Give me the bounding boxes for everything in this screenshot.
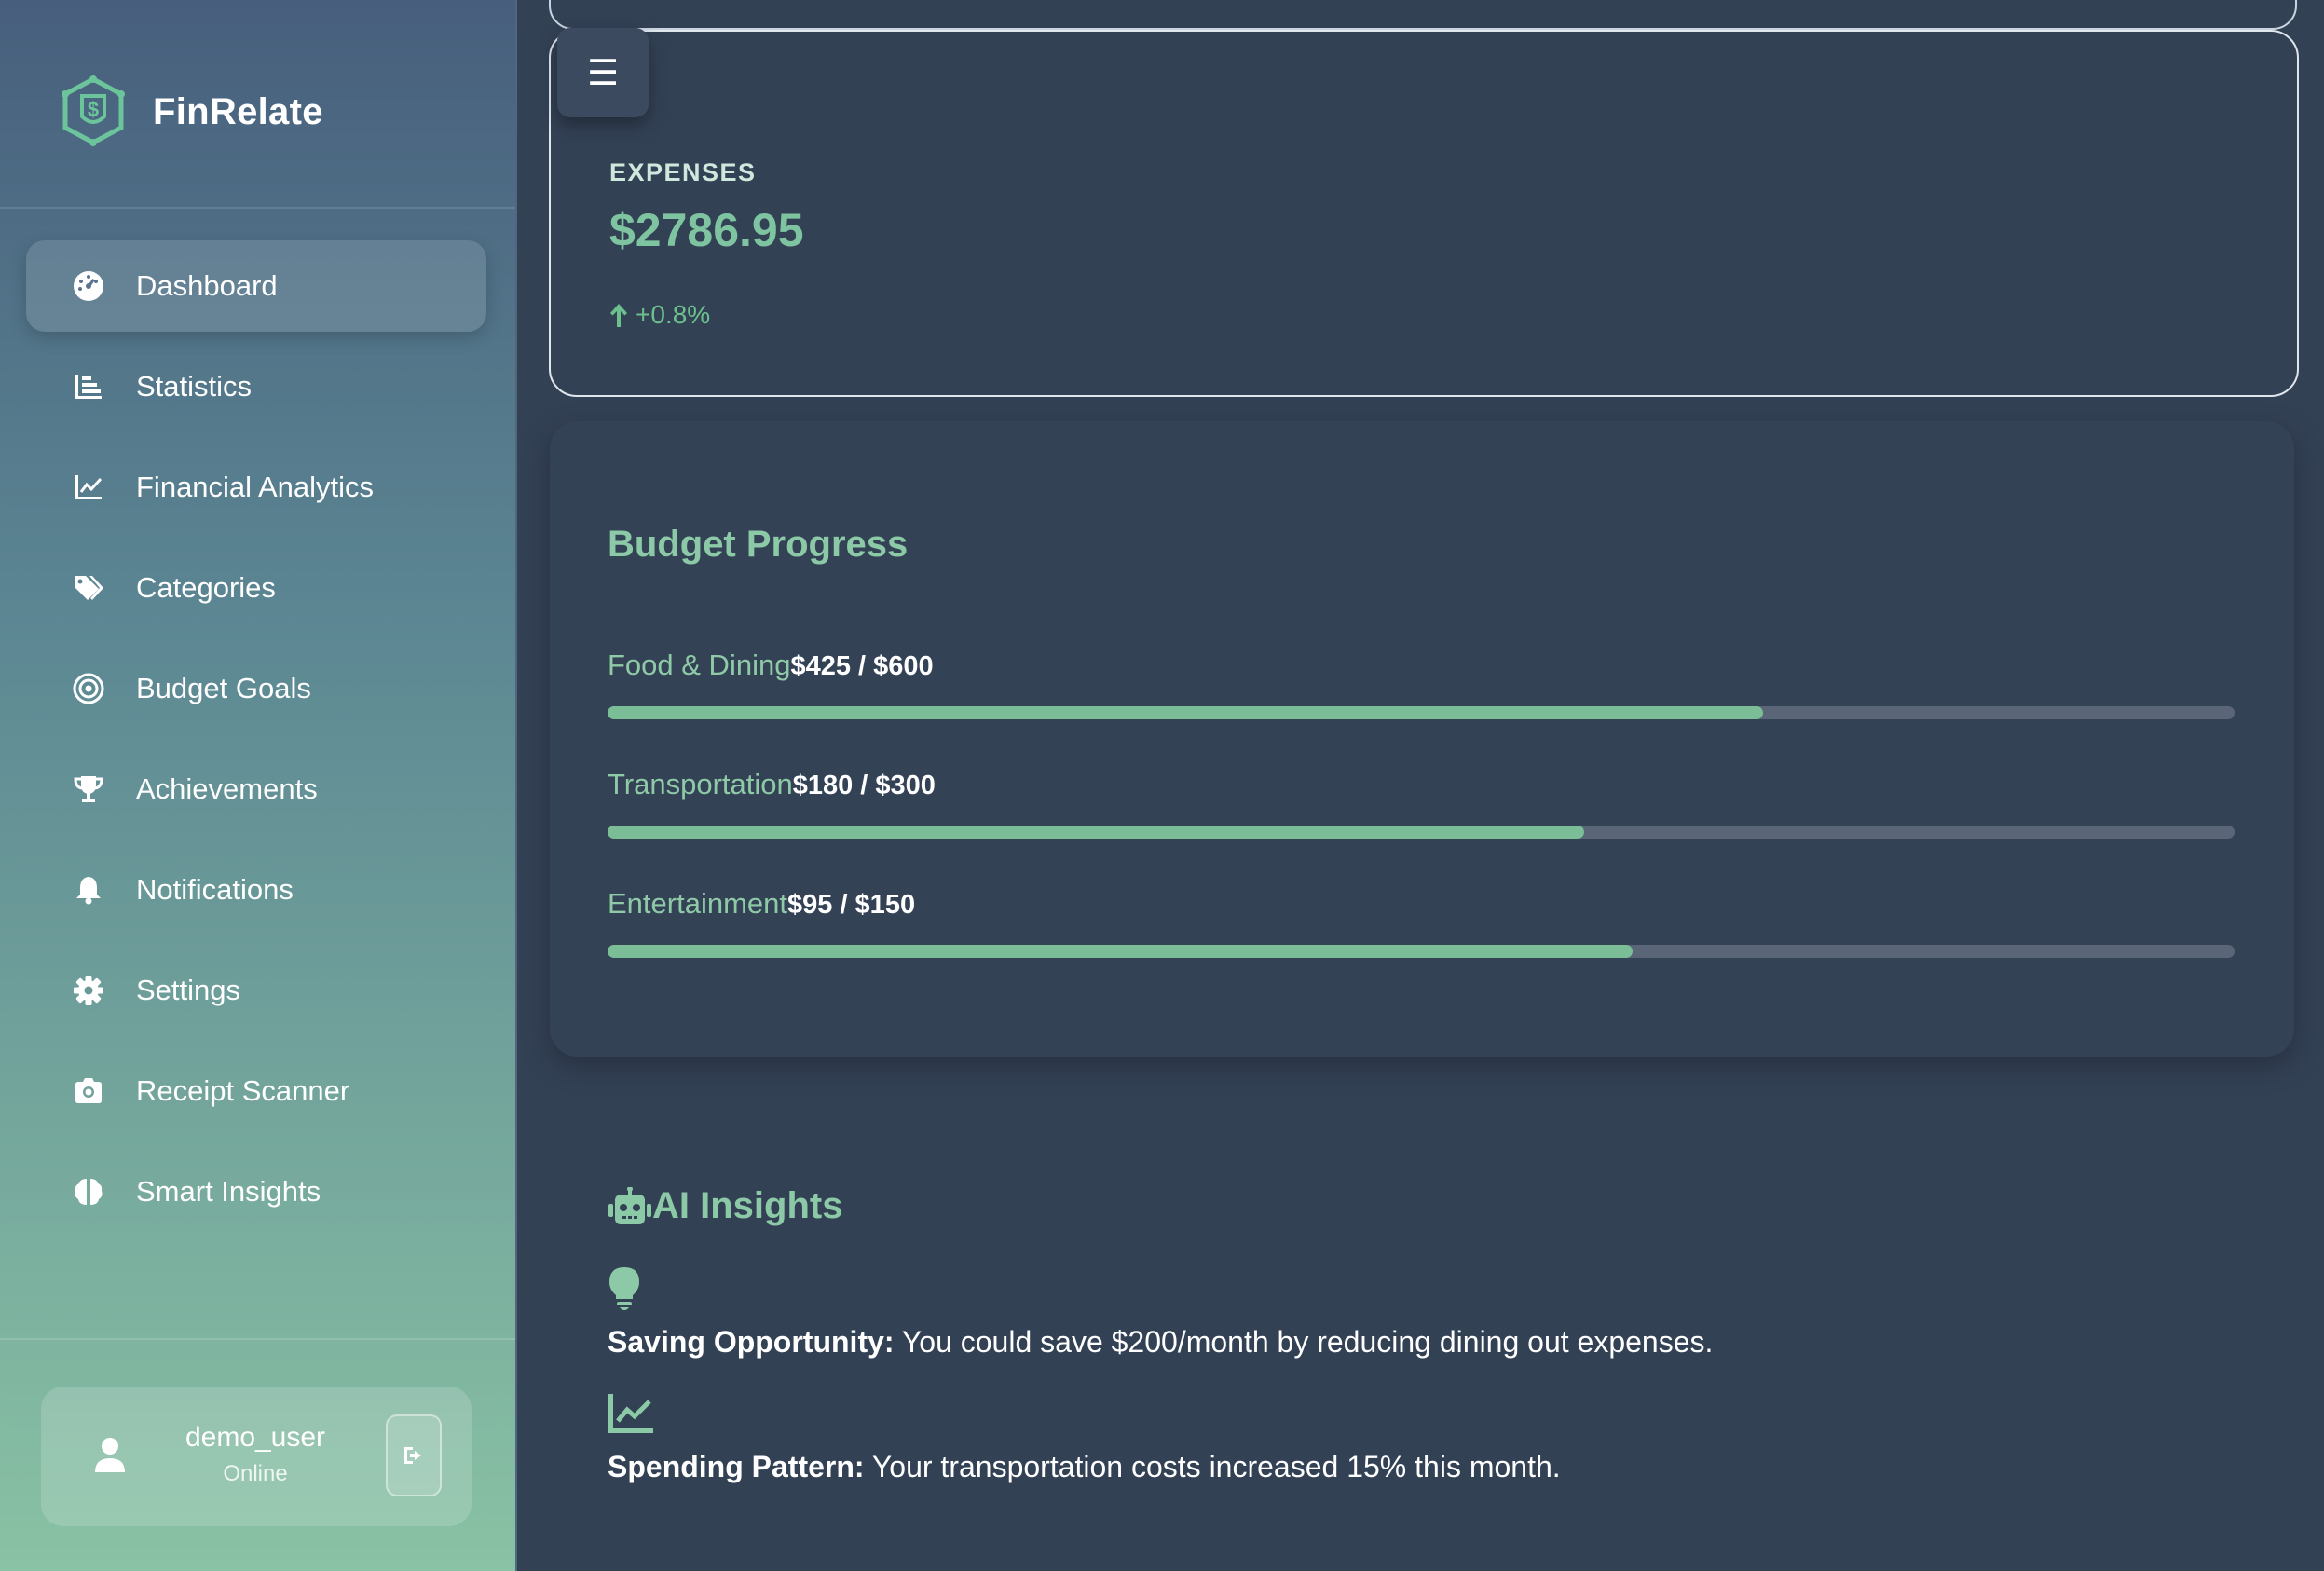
- sidebar-item-label: Receipt Scanner: [136, 1074, 350, 1107]
- sidebar-item-label: Dashboard: [136, 269, 278, 302]
- tags-icon: [73, 572, 104, 604]
- insight-spending-pattern: Spending Pattern: Your transportation co…: [608, 1450, 1561, 1484]
- progress-track: [608, 826, 2235, 839]
- sidebar-item-label: Statistics: [136, 370, 253, 403]
- ai-insights-heading: AI Insights: [608, 1185, 842, 1227]
- sidebar-item-budget-goals[interactable]: Budget Goals: [26, 643, 486, 734]
- insight-saving-opportunity: Saving Opportunity: You could save $200/…: [608, 1325, 1713, 1359]
- gear-icon: [73, 975, 104, 1006]
- user-card: demo_user Online: [41, 1387, 472, 1526]
- sidebar-item-settings[interactable]: Settings: [26, 945, 486, 1036]
- gauge-icon: [73, 270, 104, 302]
- budget-item-amount: $425 / $600: [790, 651, 934, 681]
- sidebar-item-dashboard[interactable]: Dashboard: [26, 240, 486, 332]
- user-avatar-icon: [91, 1435, 129, 1476]
- sidebar-item-label: Settings: [136, 974, 241, 1006]
- sidebar-item-statistics[interactable]: Statistics: [26, 341, 486, 432]
- brand-name: FinRelate: [153, 90, 323, 132]
- camera-icon: [73, 1075, 104, 1107]
- line-chart-icon: [73, 471, 104, 503]
- budget-item-label: Transportation: [608, 768, 793, 800]
- arrow-up-icon: [610, 304, 627, 327]
- divider: [0, 207, 515, 209]
- sidebar-item-label: Financial Analytics: [136, 471, 375, 503]
- insight-text: Your transportation costs increased 15% …: [864, 1450, 1561, 1483]
- progress-track: [608, 945, 2235, 958]
- sidebar-item-smart-insights[interactable]: Smart Insights: [26, 1146, 486, 1237]
- sidebar-item-financial-analytics[interactable]: Financial Analytics: [26, 442, 486, 533]
- budget-item-label: Food & Dining: [608, 649, 791, 681]
- divider: [0, 1338, 515, 1340]
- budget-item-entertainment: Entertainment$95 / $150: [608, 887, 2235, 958]
- menu-toggle-button[interactable]: ☰: [557, 28, 649, 117]
- budget-progress-card: [550, 421, 2294, 1057]
- insight-title: Spending Pattern:: [608, 1450, 865, 1483]
- sidebar-item-achievements[interactable]: Achievements: [26, 744, 486, 835]
- expenses-label: EXPENSES: [609, 158, 757, 186]
- bell-icon: [73, 874, 104, 906]
- budget-item-food: Food & Dining$425 / $600: [608, 649, 2235, 719]
- user-name: demo_user: [185, 1422, 326, 1453]
- ai-insights-title: AI Insights: [652, 1185, 843, 1226]
- progress-fill: [608, 706, 1763, 719]
- progress-fill: [608, 826, 1584, 839]
- expenses-change: +0.8%: [608, 300, 710, 330]
- target-icon: [73, 673, 104, 704]
- progress-fill: [608, 945, 1633, 958]
- sidebar-item-label: Categories: [136, 571, 276, 604]
- dollar-shield-logo-icon: $: [60, 75, 127, 148]
- brain-icon: [73, 1176, 104, 1208]
- sidebar-item-label: Achievements: [136, 772, 318, 805]
- progress-track: [608, 706, 2235, 719]
- budget-item-amount: $95 / $150: [787, 890, 916, 920]
- previous-card: [549, 0, 2297, 30]
- budget-item-transportation: Transportation$180 / $300: [608, 768, 2235, 839]
- sidebar: $ FinRelate Dashboard Statistics Financi…: [0, 0, 517, 1571]
- expenses-change-value: +0.8%: [636, 300, 711, 329]
- sidebar-item-receipt-scanner[interactable]: Receipt Scanner: [26, 1045, 486, 1137]
- budget-item-amount: $180 / $300: [792, 771, 936, 800]
- bar-chart-icon: [73, 371, 104, 403]
- lightbulb-icon: [608, 1265, 641, 1315]
- sidebar-item-label: Notifications: [136, 873, 294, 906]
- sidebar-item-categories[interactable]: Categories: [26, 542, 486, 634]
- expenses-value: $2786.95: [609, 204, 804, 256]
- trophy-icon: [73, 773, 104, 805]
- user-status: Online: [223, 1461, 288, 1486]
- line-chart-icon: [608, 1392, 654, 1440]
- robot-icon: [608, 1186, 651, 1224]
- sidebar-nav: Dashboard Statistics Financial Analytics…: [26, 240, 486, 1247]
- budget-title: Budget Progress: [608, 524, 909, 565]
- sign-out-icon: [404, 1447, 421, 1464]
- expenses-card: [549, 30, 2299, 397]
- insight-title: Saving Opportunity:: [608, 1325, 895, 1359]
- sidebar-item-label: Smart Insights: [136, 1175, 321, 1208]
- logout-button[interactable]: [386, 1414, 442, 1496]
- hamburger-icon: ☰: [586, 53, 620, 93]
- sidebar-item-label: Budget Goals: [136, 672, 311, 704]
- brand[interactable]: $ FinRelate: [60, 75, 323, 149]
- insight-text: You could save $200/month by reducing di…: [894, 1325, 1714, 1359]
- sidebar-item-notifications[interactable]: Notifications: [26, 844, 486, 936]
- budget-item-label: Entertainment: [608, 887, 787, 920]
- svg-text:$: $: [88, 98, 99, 121]
